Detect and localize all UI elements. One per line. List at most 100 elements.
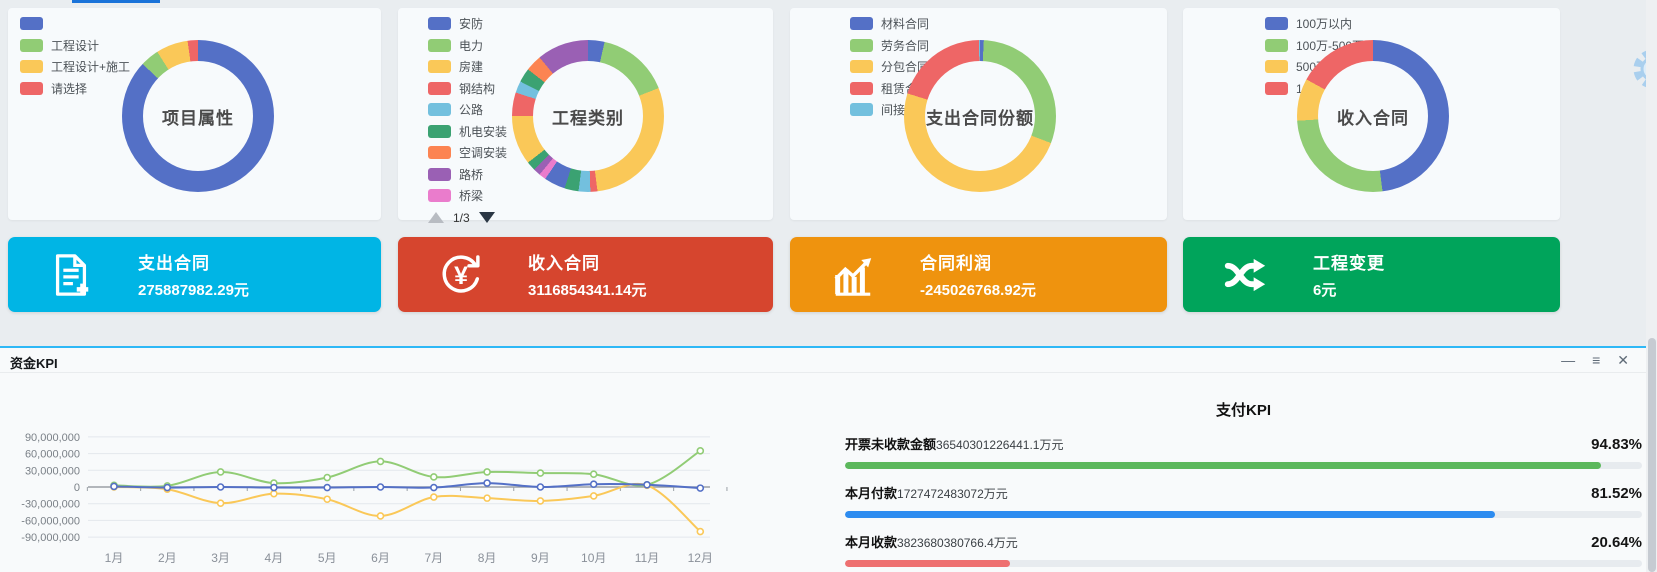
series-yellow-point[interactable] <box>484 495 490 501</box>
menu-icon[interactable]: ≡ <box>1592 351 1600 369</box>
legend-swatch <box>20 82 43 95</box>
series-green-point[interactable] <box>378 458 384 464</box>
close-icon[interactable]: ✕ <box>1617 351 1629 369</box>
svg-text:¥: ¥ <box>454 261 468 289</box>
kpi-card-4[interactable]: 工程变更6元 <box>1183 237 1560 312</box>
series-green-point[interactable] <box>697 448 703 454</box>
donut-chart[interactable]: 项目属性 <box>122 40 274 192</box>
series-blue-point[interactable] <box>218 484 224 490</box>
legend-page-up-icon[interactable] <box>428 212 444 223</box>
series-blue-point[interactable] <box>111 483 117 489</box>
kpi-title: 工程变更 <box>1313 249 1385 274</box>
legend-label: 劳务合同 <box>881 37 929 54</box>
x-axis-label: 3月 <box>211 551 230 565</box>
legend-label: 安防 <box>459 15 483 32</box>
legend-item[interactable]: 路桥 <box>428 168 507 181</box>
series-green-point[interactable] <box>431 474 437 480</box>
legend-swatch <box>428 103 451 116</box>
legend-swatch <box>1265 17 1288 30</box>
progress-bar-fill <box>845 462 1601 469</box>
donut-hole: 项目属性 <box>143 61 253 171</box>
pay-kpi-row: 开票未收款金额36540301226441.1万元94.83% <box>845 434 1642 469</box>
donut-chart[interactable]: 工程类别 <box>512 40 664 192</box>
kpi-card-2[interactable]: ¥收入合同3116854341.14元 <box>398 237 773 312</box>
series-blue-point[interactable] <box>431 485 437 491</box>
series-blue-point[interactable] <box>697 485 703 491</box>
legend-item[interactable]: 公路 <box>428 103 507 116</box>
kpi-value: 275887982.29元 <box>138 279 249 300</box>
kpi-title: 收入合同 <box>528 249 646 274</box>
legend-item[interactable]: 桥梁 <box>428 189 507 202</box>
legend-item[interactable]: 劳务合同 <box>850 39 929 52</box>
series-blue-point[interactable] <box>591 481 597 487</box>
kpi-card-1[interactable]: 支出合同 275887982.29元 <box>8 237 381 312</box>
legend-label: 请选择 <box>51 80 87 97</box>
legend-item[interactable]: 工程设计+施工 <box>20 60 130 73</box>
y-axis-label: -30,000,000 <box>21 499 80 511</box>
pay-kpi-label: 本月收款 <box>845 532 897 551</box>
legend-page-down-icon[interactable] <box>479 212 495 223</box>
series-yellow-point[interactable] <box>218 500 224 506</box>
legend-item[interactable]: 房建 <box>428 60 507 73</box>
fund-kpi-header: 资金KPI — ≡ ✕ <box>0 350 1657 370</box>
series-blue-point[interactable] <box>378 484 384 490</box>
document-plus-icon <box>48 252 94 298</box>
donut-hole: 支出合同份额 <box>925 61 1035 171</box>
x-axis-label: 7月 <box>424 551 443 565</box>
legend-label: 钢结构 <box>459 80 495 97</box>
donut-center-title: 支出合同份额 <box>926 104 1034 129</box>
series-blue-point[interactable] <box>324 485 330 491</box>
kpi-card-3[interactable]: 合同利润-245026768.92元 <box>790 237 1167 312</box>
series-yellow-point[interactable] <box>591 493 597 499</box>
page-scrollbar <box>1646 0 1657 572</box>
minimize-icon[interactable]: — <box>1561 351 1575 369</box>
y-axis-label: 60,000,000 <box>25 449 80 461</box>
kpi-value: -245026768.92元 <box>920 279 1036 300</box>
donut-chart[interactable]: 支出合同份额 <box>904 40 1056 192</box>
series-yellow-point[interactable] <box>537 498 543 504</box>
series-green-point[interactable] <box>484 469 490 475</box>
series-blue-point[interactable] <box>537 484 543 490</box>
legend-label: 电力 <box>459 37 483 54</box>
x-axis-label: 11月 <box>635 551 659 565</box>
series-blue-point[interactable] <box>644 482 650 488</box>
legend-item[interactable]: 100万以内 <box>1265 17 1371 30</box>
fund-kpi-panel: 资金KPI — ≡ ✕ 90,000,00060,000,00030,000,0… <box>0 346 1657 572</box>
series-green-point[interactable] <box>537 470 543 476</box>
legend-swatch <box>1265 39 1288 52</box>
donut-chart[interactable]: 收入合同 <box>1297 40 1449 192</box>
legend-swatch <box>850 82 873 95</box>
progress-bar-track <box>845 462 1642 469</box>
legend-item[interactable]: 机电安装 <box>428 125 507 138</box>
legend-swatch <box>850 39 873 52</box>
x-axis-label: 8月 <box>478 551 497 565</box>
legend-item[interactable] <box>20 17 130 30</box>
series-blue-point[interactable] <box>271 485 277 491</box>
kpi-title: 支出合同 <box>138 249 249 274</box>
legend-item[interactable]: 材料合同 <box>850 17 929 30</box>
series-yellow-point[interactable] <box>324 496 330 502</box>
series-yellow-point[interactable] <box>697 529 703 535</box>
legend-item[interactable]: 安防 <box>428 17 507 30</box>
legend-label: 房建 <box>459 58 483 75</box>
series-yellow-point[interactable] <box>431 494 437 500</box>
legend-item[interactable]: 电力 <box>428 39 507 52</box>
donut-card-1: 工程设计工程设计+施工请选择 项目属性 <box>8 8 381 220</box>
series-green-point[interactable] <box>324 475 330 481</box>
x-axis-label: 1月 <box>105 551 124 565</box>
legend-item[interactable]: 请选择 <box>20 82 130 95</box>
fund-line-chart: 90,000,00060,000,00030,000,0000-30,000,0… <box>0 422 730 572</box>
scrollbar-thumb[interactable] <box>1648 338 1656 572</box>
legend-item[interactable]: 空调安装 <box>428 146 507 159</box>
legend-item[interactable]: 钢结构 <box>428 82 507 95</box>
series-yellow-point[interactable] <box>378 513 384 519</box>
series-green-point[interactable] <box>218 469 224 475</box>
series-blue-point[interactable] <box>164 485 170 491</box>
legend-label: 材料合同 <box>881 15 929 32</box>
series-blue-point[interactable] <box>484 480 490 486</box>
series-green-point[interactable] <box>591 471 597 477</box>
series-yellow-point[interactable] <box>271 491 277 497</box>
legend-swatch <box>428 82 451 95</box>
legend-item[interactable]: 工程设计 <box>20 39 130 52</box>
pay-kpi-percent: 20.64% <box>1591 534 1642 551</box>
